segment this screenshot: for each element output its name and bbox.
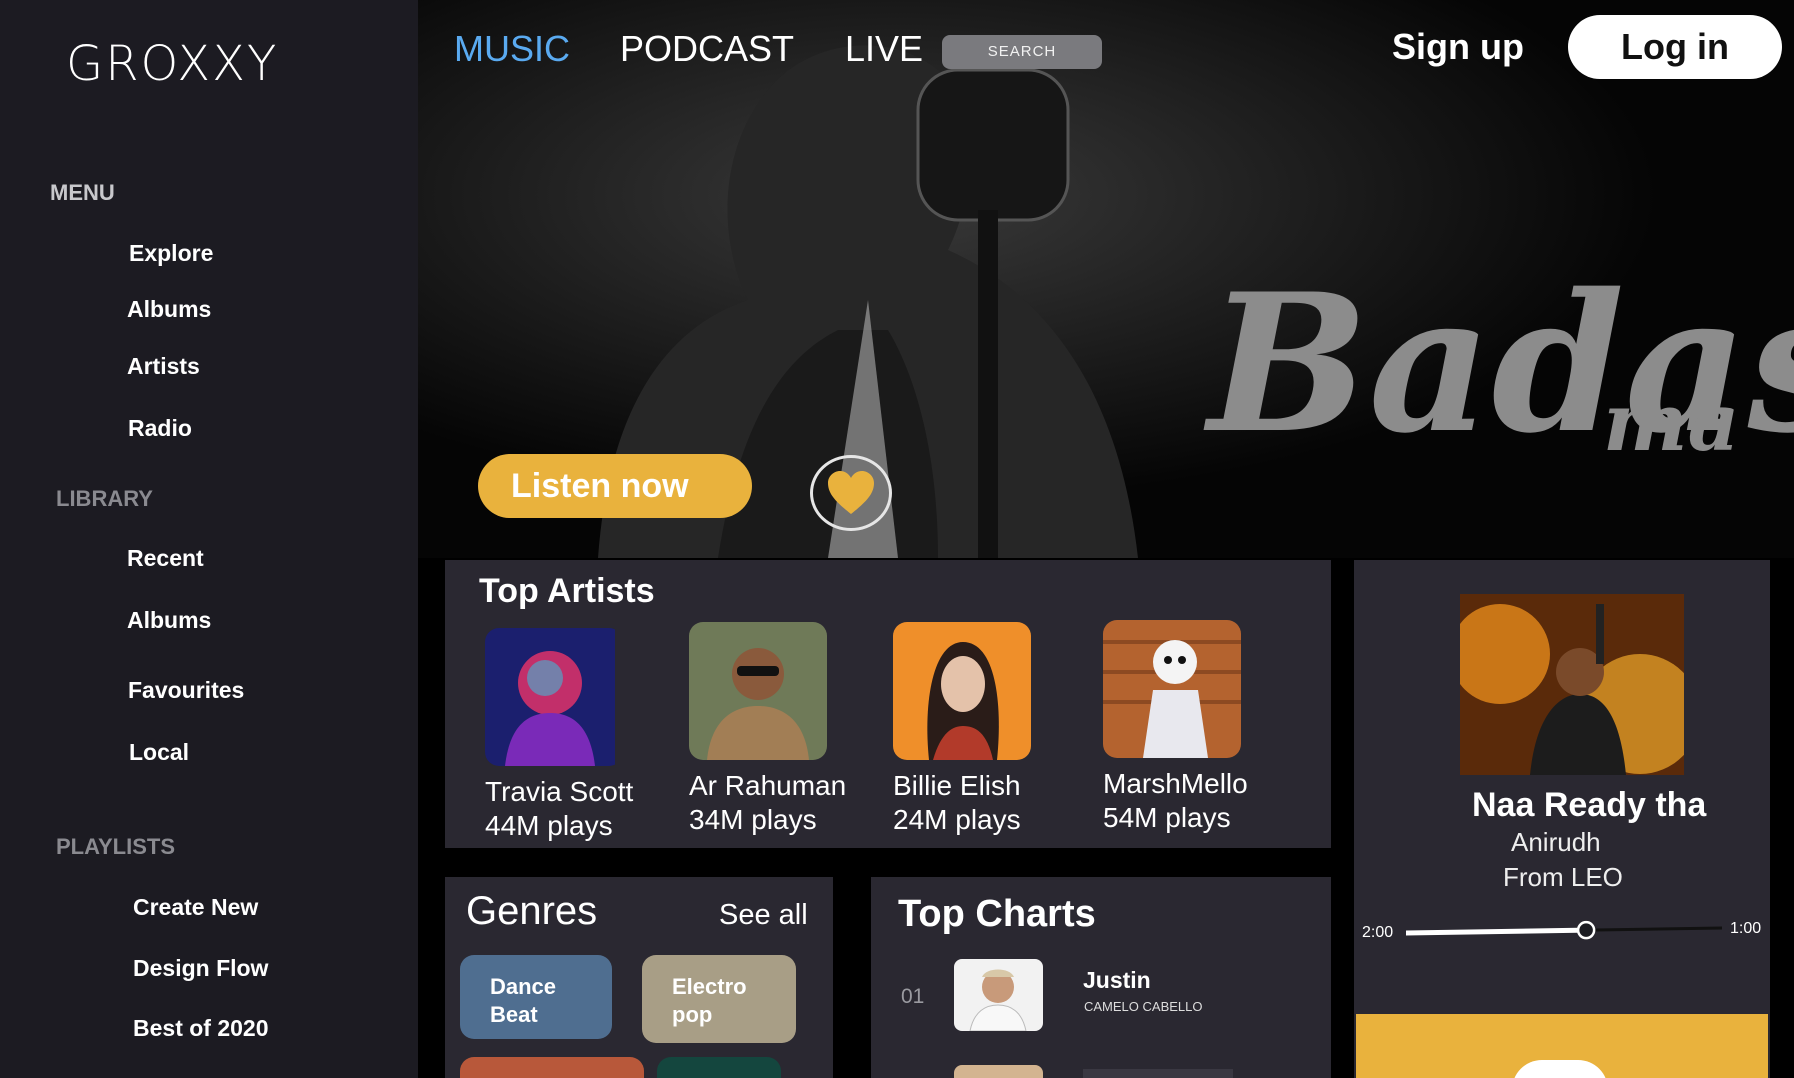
chart-song-title (1083, 1069, 1233, 1078)
sidebar-item-local[interactable]: Local (129, 739, 189, 766)
artist-photo (485, 628, 623, 766)
chart-song-artist: CAMELO CABELLO (1084, 999, 1203, 1014)
genres-see-all-link[interactable]: See all (719, 899, 808, 932)
playlist-best-of-2020[interactable]: Best of 2020 (133, 1015, 269, 1042)
signup-button[interactable]: Sign up (1392, 26, 1524, 68)
genre-chip[interactable] (460, 1057, 644, 1078)
progress-knob[interactable] (1576, 920, 1596, 940)
search-button[interactable]: SEARCH (942, 35, 1102, 69)
listen-now-button[interactable]: Listen now (478, 454, 752, 518)
app-logo[interactable]: GROXXY (66, 36, 278, 92)
genre-chip-electro-pop[interactable]: Electro pop (642, 955, 796, 1043)
artist-plays: 44M plays (485, 810, 613, 841)
artist-name: Ar Rahuman (689, 770, 847, 801)
artist-plays: 34M plays (689, 804, 817, 835)
playlist-create-new[interactable]: Create New (133, 894, 258, 921)
chart-cover[interactable] (954, 1065, 1043, 1078)
top-charts-title: Top Charts (898, 893, 1096, 935)
artist-name: MarshMello (1103, 768, 1248, 799)
login-button[interactable]: Log in (1568, 15, 1782, 79)
genres-panel: Genres See all Dance Beat Electro pop (445, 877, 833, 1078)
favorite-button[interactable] (810, 455, 892, 531)
sidebar: GROXXY MENU Explore Albums Artists Radio… (0, 0, 418, 1078)
now-playing-cover[interactable] (1460, 594, 1684, 775)
chart-rank: 01 (901, 985, 925, 1008)
chart-cover[interactable] (954, 959, 1043, 1031)
genres-title: Genres (466, 889, 598, 933)
genre-chip-dance-beat[interactable]: Dance Beat (460, 955, 612, 1039)
sidebar-item-albums[interactable]: Albums (127, 296, 211, 323)
artist-name: Travia Scott (485, 776, 634, 807)
artist-plays: 24M plays (893, 804, 1021, 835)
now-playing-album: From LEO (1503, 862, 1623, 892)
library-heading: LIBRARY (56, 486, 153, 511)
genre-chip[interactable] (657, 1057, 781, 1078)
tab-music[interactable]: MUSIC (454, 28, 570, 70)
sidebar-item-favourites[interactable]: Favourites (128, 677, 244, 704)
playlist-design-flow[interactable]: Design Flow (133, 955, 268, 982)
artist-photo (1103, 620, 1241, 758)
tab-podcast[interactable]: PODCAST (620, 28, 794, 70)
remaining-time: 1:00 (1730, 920, 1762, 937)
tab-live[interactable]: LIVE (845, 28, 923, 70)
now-playing-title: Naa Ready tha (1472, 786, 1707, 824)
top-charts-panel: Top Charts 01 Justin CAMELO CABELLO (871, 877, 1331, 1078)
artist-card[interactable]: Billie Elish 24M plays (893, 622, 1053, 836)
sidebar-item-recent[interactable]: Recent (127, 545, 204, 572)
artist-card[interactable]: MarshMello 54M plays (1103, 620, 1263, 834)
playlists-heading: PLAYLISTS (56, 834, 175, 859)
top-artists-title: Top Artists (479, 572, 655, 610)
sidebar-item-library-albums[interactable]: Albums (127, 607, 211, 634)
sidebar-item-radio[interactable]: Radio (128, 415, 192, 442)
sidebar-item-explore[interactable]: Explore (129, 240, 213, 267)
menu-heading: MENU (50, 180, 115, 205)
artist-card[interactable]: Travia Scott 44M plays (485, 628, 645, 842)
artist-photo (689, 622, 827, 760)
artist-name: Billie Elish (893, 770, 1021, 801)
elapsed-time: 2:00 (1362, 924, 1394, 941)
artist-card[interactable]: Ar Rahuman 34M plays (689, 622, 849, 836)
top-artists-panel: Top Artists Travia Scott 44M plays Ar Ra… (445, 560, 1331, 848)
artist-photo (893, 622, 1031, 760)
heart-icon (828, 471, 874, 514)
chart-song-title[interactable]: Justin (1083, 967, 1151, 994)
now-playing-artist: Anirudh (1511, 827, 1601, 857)
sidebar-item-artists[interactable]: Artists (127, 353, 200, 380)
progress-slider[interactable] (1406, 918, 1722, 944)
svg-text:ma: ma (1603, 375, 1739, 469)
artist-plays: 54M plays (1103, 802, 1231, 833)
